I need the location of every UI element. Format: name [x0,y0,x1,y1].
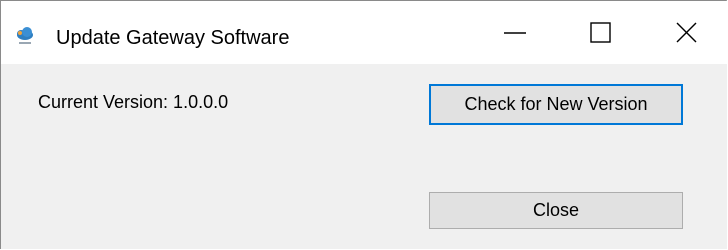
title-bar[interactable]: Update Gateway Software [1,1,727,64]
maximize-button[interactable] [555,1,647,64]
update-gateway-window: Update Gateway Software Current Version:… [0,0,727,249]
window-close-button[interactable] [641,1,728,64]
maximize-icon [590,21,612,44]
minimize-icon [504,22,526,44]
close-icon [676,22,698,44]
check-new-version-button[interactable]: Check for New Version [429,84,683,125]
window-title: Update Gateway Software [56,27,290,49]
current-version-label: Current Version: 1.0.0.0 [38,92,229,112]
close-button[interactable]: Close [429,192,683,229]
minimize-button[interactable] [469,1,561,64]
cloud-gateway-icon [14,26,36,48]
dialog-body: Current Version: 1.0.0.0 Check for New V… [1,64,727,249]
